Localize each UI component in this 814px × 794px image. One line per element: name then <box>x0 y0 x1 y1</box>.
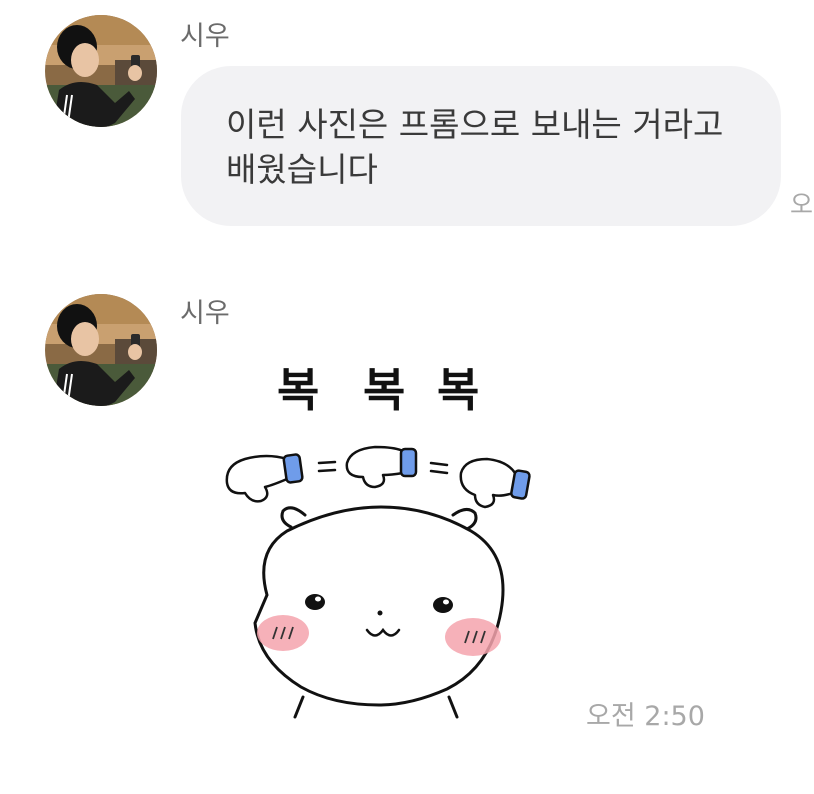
profile-photo-avatar-icon <box>45 15 157 127</box>
sender-name: 시우 <box>180 298 230 329</box>
message-text-line: 배웠습니다 <box>226 150 378 189</box>
bunny-face-icon <box>253 505 505 719</box>
hand-right-icon <box>459 457 531 509</box>
message-text-line: 이런 사진은 프롬으로 보내는 거라고 <box>226 105 724 144</box>
message-bubble[interactable]: 이런 사진은 프롬으로 보내는 거라고 배웠습니다 <box>181 66 781 226</box>
profile-photo-avatar-icon <box>45 294 157 406</box>
avatar[interactable] <box>45 15 157 127</box>
hand-left-icon <box>225 453 304 503</box>
hand-middle-icon <box>345 445 418 489</box>
avatar[interactable] <box>45 294 157 406</box>
sticker-message[interactable]: 복 복 복 <box>215 355 545 725</box>
message-timestamp: 오전 2:50 <box>586 701 705 732</box>
patting-bunny-sticker-icon <box>225 445 531 719</box>
message-timestamp: 오 <box>790 190 814 219</box>
sender-name: 시우 <box>180 21 230 52</box>
